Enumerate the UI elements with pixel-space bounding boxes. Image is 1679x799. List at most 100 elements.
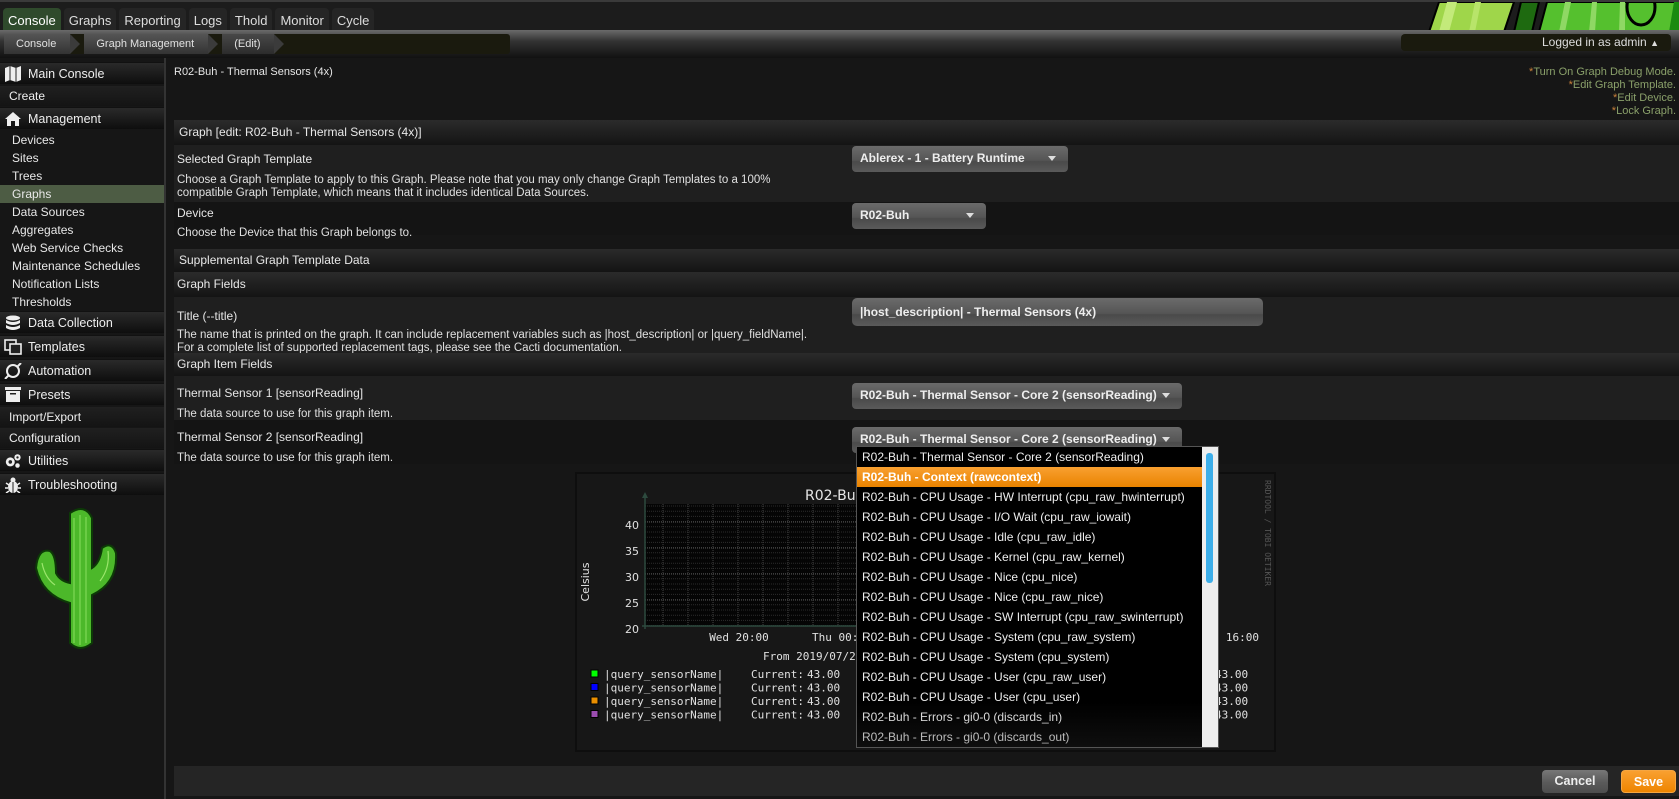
caret-up-icon: ▲ (1650, 38, 1659, 48)
sidebar-utilities-label: Utilities (28, 453, 69, 468)
rrdtool-watermark: RRDTOOL / TOBI OETIKER (1263, 480, 1272, 586)
main-tabs: Console Graphs Reporting Logs Thold Moni… (3, 8, 375, 32)
tab-console[interactable]: Console (3, 8, 61, 32)
dropdown-option[interactable]: R02-Buh - CPU Usage - HW Interrupt (cpu_… (857, 487, 1203, 507)
dropdown-option[interactable]: R02-Buh - Errors - gi0-0 (discards_out) (857, 727, 1203, 747)
legend-current-label: Current: (751, 695, 804, 708)
legend-current-value: 43.00 (807, 709, 840, 722)
dropdown-option[interactable]: R02-Buh - CPU Usage - System (cpu_raw_sy… (857, 627, 1203, 647)
sidebar-item-notification-lists[interactable]: Notification Lists (0, 275, 164, 293)
x-tick-wed: Wed 20:00 (709, 631, 769, 644)
sensor1-select[interactable]: R02-Buh - Thermal Sensor - Core 2 (senso… (852, 383, 1182, 409)
sensor2-label: Thermal Sensor 2 [sensorReading] (177, 430, 364, 444)
tab-thold[interactable]: Thold (229, 8, 273, 32)
x-tick-thu: Thu 00: (812, 631, 858, 644)
sidebar-item-aggregates[interactable]: Aggregates (0, 221, 164, 239)
tab-logs[interactable]: Logs (188, 8, 227, 32)
action-lock-graph[interactable]: *Lock Graph. (1529, 105, 1676, 118)
sidebar-troubleshooting[interactable]: Troubleshooting (0, 473, 164, 495)
dropdown-option[interactable]: R02-Buh - CPU Usage - System (cpu_system… (857, 647, 1203, 667)
dropdown-option[interactable]: R02-Buh - CPU Usage - Nice (cpu_nice) (857, 567, 1203, 587)
y-tick-35: 35 (625, 545, 639, 558)
sidebar-data-collection[interactable]: Data Collection (0, 311, 164, 333)
sidebar-configuration[interactable]: Configuration (0, 428, 164, 448)
breadcrumb-graph-management[interactable]: Graph Management (84, 34, 219, 54)
sidebar-presets-label: Presets (28, 387, 71, 402)
cactus-logo (30, 503, 130, 653)
sidebar-templates[interactable]: Templates (0, 335, 164, 357)
sidebar-utilities[interactable]: Utilities (0, 449, 164, 471)
graph-title-input[interactable] (852, 298, 1263, 326)
action-debug-mode[interactable]: *Turn On Graph Debug Mode. (1529, 66, 1676, 79)
sidebar-item-thresholds[interactable]: Thresholds (0, 293, 164, 311)
sidebar-item-trees[interactable]: Trees (0, 167, 164, 185)
sidebar-item-sites[interactable]: Sites (0, 149, 164, 167)
save-button[interactable]: Save (1621, 770, 1676, 793)
dropdown-scroll-thumb[interactable] (1206, 453, 1213, 583)
sidebar-item-devices[interactable]: Devices (0, 131, 164, 149)
legend-value-2: 43.00 (1215, 682, 1248, 695)
dropdown-option[interactable]: R02-Buh - Context (rawcontext) (857, 467, 1203, 487)
graph-edit-header: Graph [edit: R02-Buh - Thermal Sensors (… (174, 120, 1679, 145)
sidebar-item-graphs[interactable]: Graphs (0, 185, 164, 203)
legend-swatch (590, 683, 599, 691)
legend-swatch (590, 669, 599, 678)
dropdown-option[interactable]: R02-Buh - CPU Usage - Kernel (cpu_raw_ke… (857, 547, 1203, 567)
user-menu[interactable]: Logged in as admin ▲ (1401, 34, 1671, 51)
dropdown-option[interactable]: R02-Buh - CPU Usage - User (cpu_raw_user… (857, 667, 1203, 687)
legend-name: |query_sensorName| (604, 682, 723, 695)
graph-template-select[interactable]: Ablerex - 1 - Battery Runtime (852, 146, 1068, 172)
chevron-down-icon (966, 213, 974, 218)
dropdown-option[interactable]: R02-Buh - CPU Usage - Nice (cpu_raw_nice… (857, 587, 1203, 607)
page-title: R02-Buh - Thermal Sensors (4x) (174, 66, 333, 78)
gears-icon (4, 453, 22, 469)
sidebar-main-console[interactable]: Main Console (0, 62, 164, 84)
legend-value-2: 43.00 (1215, 695, 1248, 708)
legend-swatch (590, 710, 599, 718)
database-icon (4, 315, 22, 331)
sidebar-item-data-sources[interactable]: Data Sources (0, 203, 164, 221)
graph-actions: *Turn On Graph Debug Mode. *Edit Graph T… (1529, 66, 1676, 118)
tab-cycle[interactable]: Cycle (331, 8, 375, 32)
graph-from-text: From 2019/07/2 (763, 650, 856, 663)
tab-reporting[interactable]: Reporting (119, 8, 186, 32)
sidebar-item-maintenance-schedules[interactable]: Maintenance Schedules (0, 257, 164, 275)
legend-name: |query_sensorName| (604, 709, 723, 722)
legend-current-label: Current: (751, 709, 804, 722)
sidebar-templates-label: Templates (28, 339, 85, 354)
dropdown-scrollbar[interactable] (1202, 447, 1218, 747)
sidebar-automation[interactable]: Automation (0, 359, 164, 381)
sidebar-create[interactable]: Create (0, 86, 164, 106)
action-edit-template[interactable]: *Edit Graph Template. (1529, 79, 1676, 92)
tab-graphs[interactable]: Graphs (63, 8, 117, 32)
sidebar-import-export[interactable]: Import/Export (0, 407, 164, 427)
sidebar-management-label: Management (28, 111, 101, 126)
legend-current-value: 43.00 (807, 682, 840, 695)
breadcrumb-console[interactable]: Console (4, 34, 81, 54)
sidebar-main-console-label: Main Console (28, 66, 105, 81)
sidebar-management[interactable]: Management (0, 107, 164, 129)
login-text: Logged in as admin (1541, 35, 1647, 49)
dropdown-option[interactable]: R02-Buh - CPU Usage - I/O Wait (cpu_raw_… (857, 507, 1203, 527)
y-tick-30: 30 (625, 571, 639, 584)
dropdown-option[interactable]: R02-Buh - Thermal Sensor - Core 2 (senso… (857, 447, 1203, 467)
dropdown-option[interactable]: R02-Buh - CPU Usage - SW Interrupt (cpu_… (857, 607, 1203, 627)
tab-monitor[interactable]: Monitor (275, 8, 329, 32)
top-nav-bar: Console Graphs Reporting Logs Thold Moni… (0, 0, 1679, 32)
sensor2-dropdown-list[interactable]: R02-Buh - Thermal Sensor - Core 2 (senso… (856, 446, 1219, 748)
device-select[interactable]: R02-Buh (852, 203, 986, 229)
copy-icon (4, 338, 22, 355)
breadcrumb: Console Graph Management (Edit) (4, 34, 510, 54)
y-tick-40: 40 (625, 519, 639, 532)
graph-item-fields-header: Graph Item Fields (174, 353, 1679, 376)
sidebar-presets[interactable]: Presets (0, 383, 164, 405)
chevron-down-icon (1048, 156, 1056, 161)
chevron-down-icon (1162, 437, 1170, 442)
dropdown-option[interactable]: R02-Buh - Errors - gi0-0 (discards_in) (857, 707, 1203, 727)
legend-current-label: Current: (751, 682, 804, 695)
dropdown-option[interactable]: R02-Buh - CPU Usage - Idle (cpu_raw_idle… (857, 527, 1203, 547)
dropdown-option[interactable]: R02-Buh - CPU Usage - User (cpu_user) (857, 687, 1203, 707)
action-edit-device[interactable]: *Edit Device. (1529, 92, 1676, 105)
cancel-button[interactable]: Cancel (1542, 770, 1608, 793)
sidebar-item-web-service-checks[interactable]: Web Service Checks (0, 239, 164, 257)
